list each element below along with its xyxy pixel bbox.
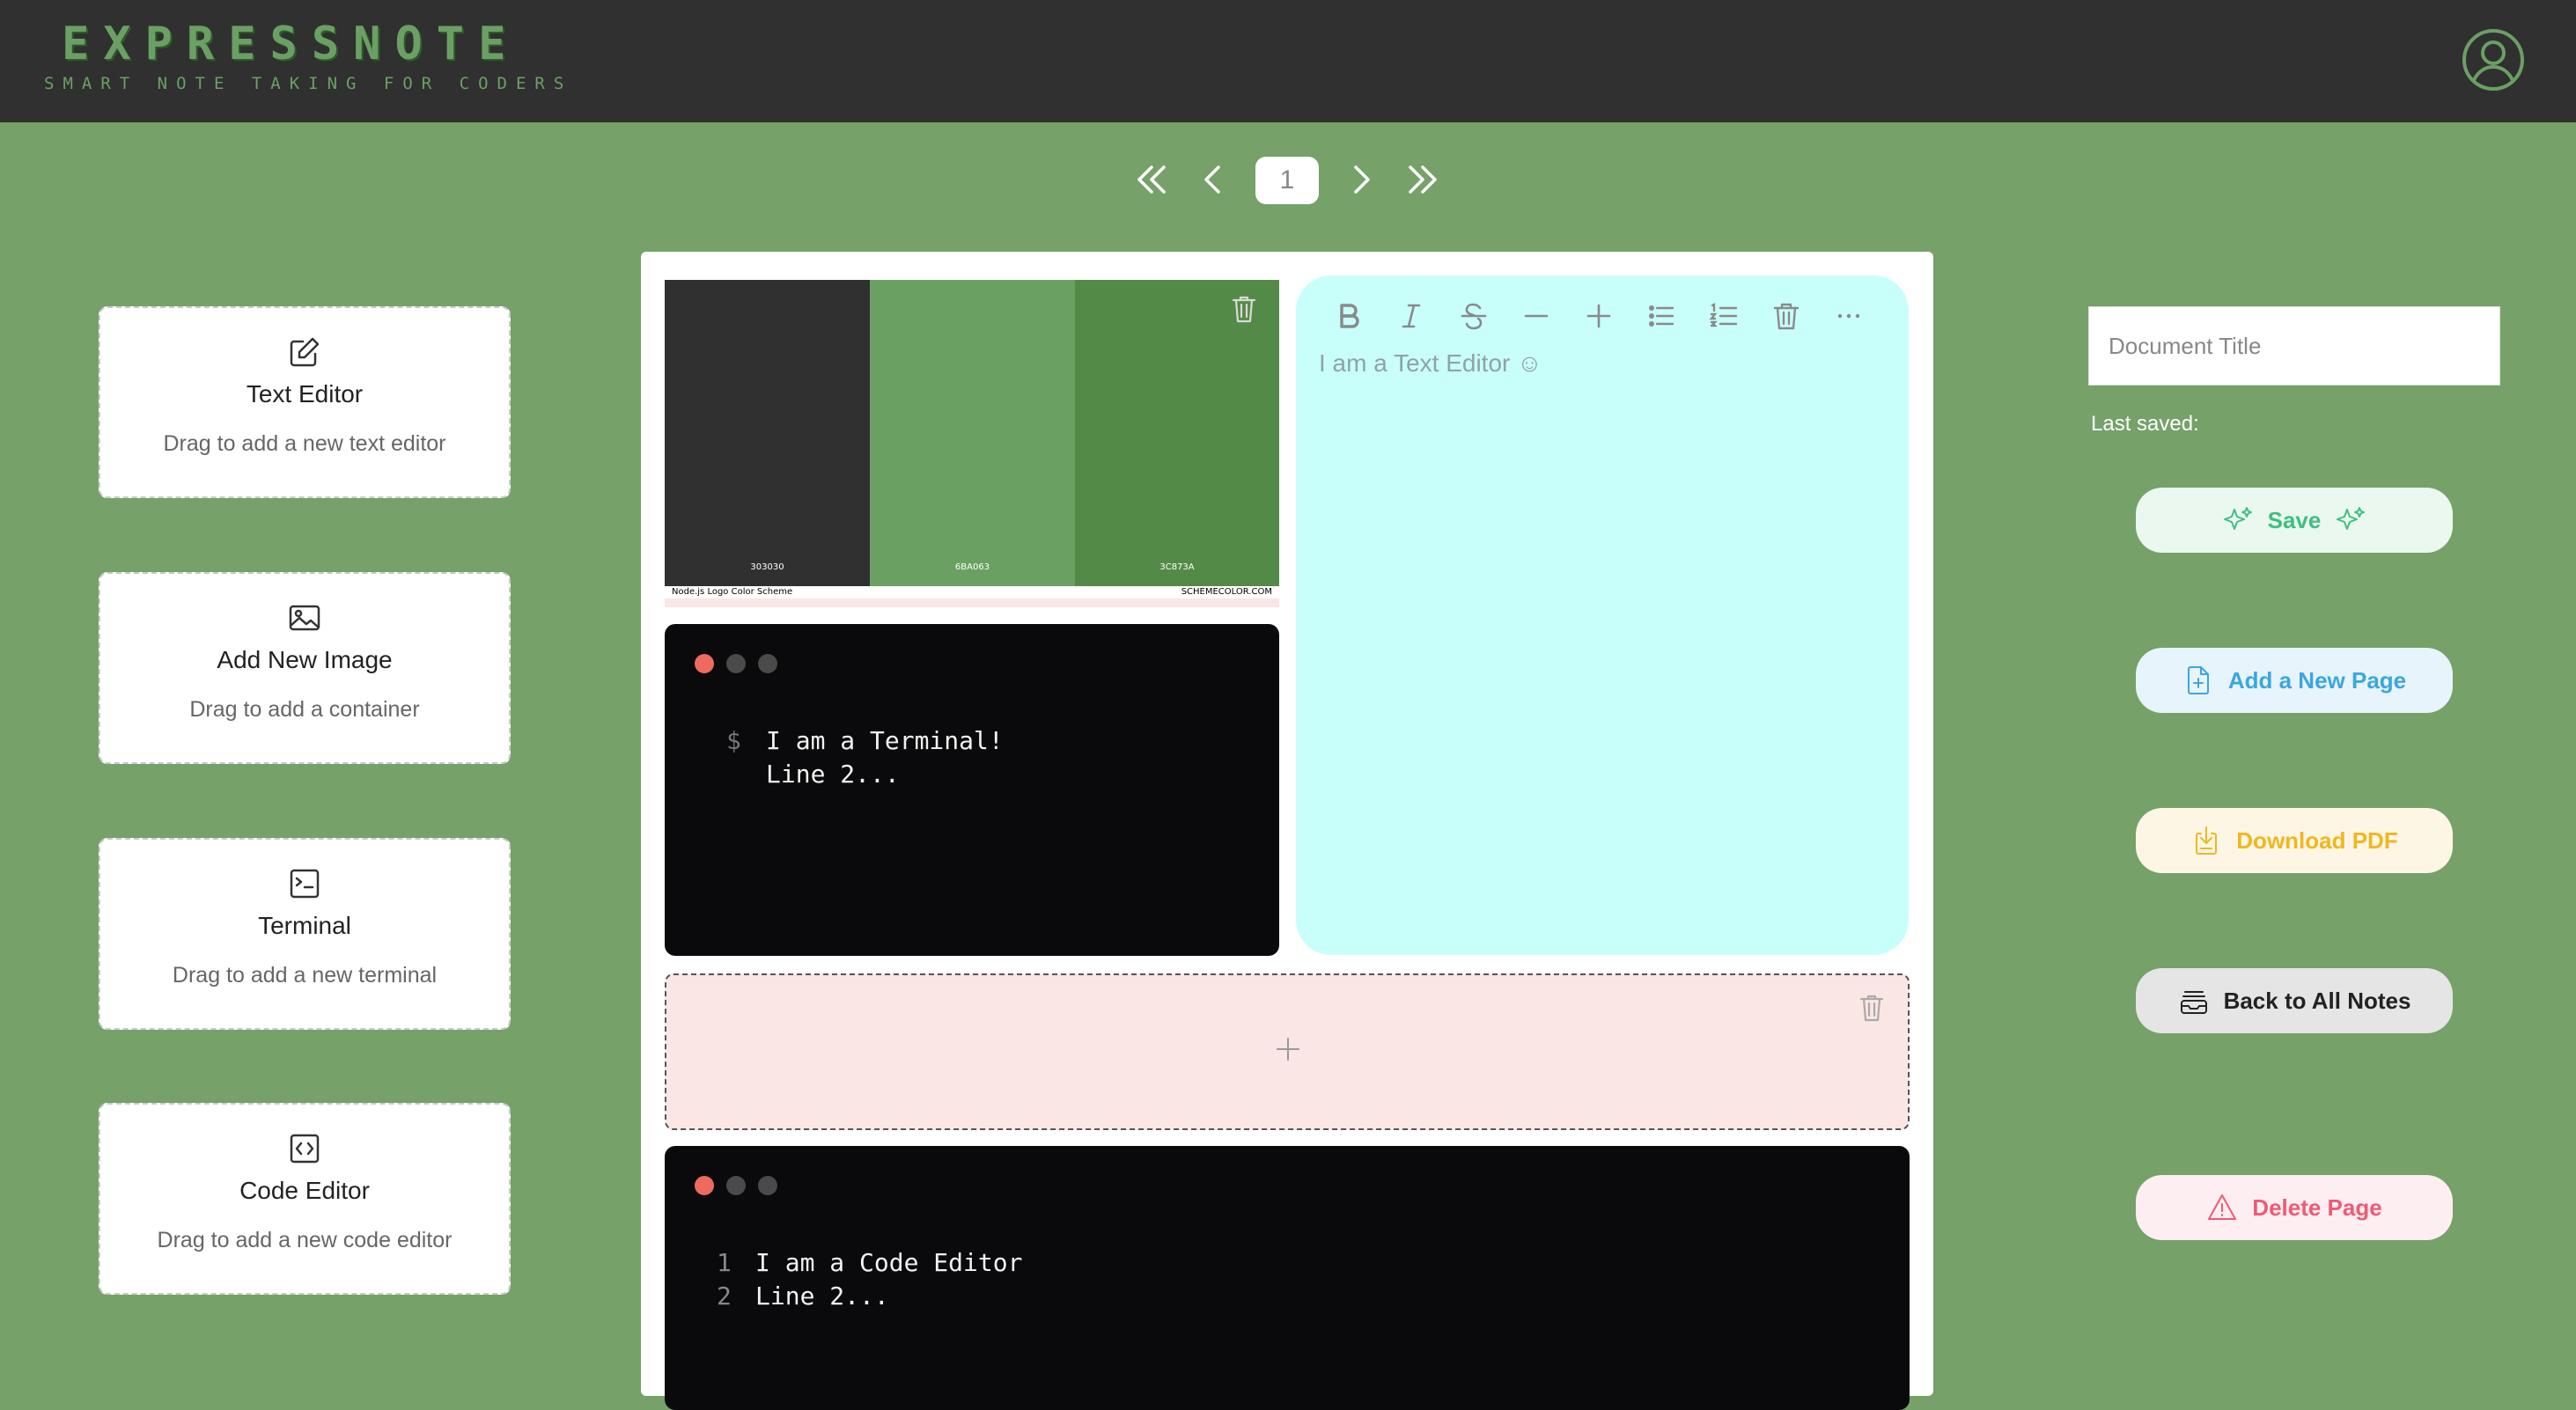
delete-container-icon[interactable]: [1858, 993, 1885, 1023]
last-saved-label: Last saved:: [2091, 412, 2199, 436]
download-document-icon: [2196, 826, 2218, 855]
code-line[interactable]: I am a Code Editor: [755, 1248, 1022, 1277]
image-icon: [289, 605, 320, 631]
last-page-icon[interactable]: [1402, 158, 1444, 201]
image-caption: Node.js Logo Color Scheme SCHEMECOLOR.CO…: [665, 586, 1279, 599]
card-description: Drag to add a new code editor: [157, 1228, 453, 1252]
terminal-block[interactable]: $ I am a Terminal! Line 2...: [665, 624, 1279, 956]
sparkles-icon: [2337, 507, 2366, 530]
terminal-icon: [290, 869, 320, 899]
page-number[interactable]: 1: [1255, 157, 1319, 204]
card-title: Terminal: [258, 912, 351, 939]
numbered-list-icon[interactable]: [1706, 298, 1741, 334]
terminal-prompt: $: [726, 726, 741, 755]
terminal-line[interactable]: I am a Terminal!: [766, 726, 1004, 755]
maximize-dot-icon[interactable]: [758, 1176, 777, 1195]
more-options-icon[interactable]: [1831, 298, 1866, 334]
horizontal-rule-icon[interactable]: [1519, 298, 1554, 334]
swatch-hex: 6BA063: [954, 562, 990, 572]
swatch-hex: 303030: [750, 562, 784, 572]
text-editor-placeholder[interactable]: I am a Text Editor ☺: [1319, 349, 1542, 378]
terminal-card[interactable]: Terminal Drag to add a new terminal: [99, 838, 511, 1030]
prev-page-icon[interactable]: [1192, 158, 1234, 201]
text-editor-block[interactable]: I am a Text Editor ☺: [1296, 275, 1909, 955]
card-title: Text Editor: [246, 380, 364, 408]
card-title: Add New Image: [217, 646, 393, 673]
maximize-dot-icon[interactable]: [758, 654, 777, 673]
brand-tagline: SMART NOTE TAKING FOR CODERS: [44, 74, 573, 93]
minimize-dot-icon[interactable]: [726, 1176, 746, 1195]
card-title: Code Editor: [239, 1177, 370, 1204]
caption-left: Node.js Logo Color Scheme: [672, 587, 793, 597]
back-to-all-notes-button[interactable]: Back to All Notes: [2136, 968, 2453, 1033]
code-icon: [290, 1134, 320, 1164]
italic-icon[interactable]: [1394, 298, 1429, 334]
archive-box-icon: [2180, 991, 2207, 1014]
download-label: Download PDF: [2236, 826, 2398, 854]
next-page-icon[interactable]: [1340, 158, 1382, 201]
save-label: Save: [2267, 506, 2322, 533]
image-drop-zone[interactable]: [665, 973, 1910, 1130]
delete-image-icon[interactable]: [1231, 294, 1257, 324]
brand-logo: EXPRESSNOTE: [62, 18, 520, 70]
card-description: Drag to add a container: [189, 697, 420, 722]
bold-icon[interactable]: [1331, 298, 1366, 334]
code-editor-block[interactable]: 1 I am a Code Editor 2 Line 2...: [665, 1146, 1910, 1410]
add-image-card[interactable]: Add New Image Drag to add a container: [99, 572, 511, 764]
color-swatch: 6BA063: [870, 280, 1075, 586]
text-editor-card[interactable]: Text Editor Drag to add a new text edito…: [99, 306, 511, 498]
pencil-square-icon: [290, 337, 320, 367]
code-line[interactable]: Line 2...: [755, 1281, 889, 1311]
line-number: 2: [717, 1281, 732, 1311]
file-plus-icon: [2187, 666, 2209, 694]
color-swatch: 3C873A: [1075, 280, 1279, 586]
code-editor-card[interactable]: Code Editor Drag to add a new code edito…: [99, 1103, 511, 1295]
delete-page-button[interactable]: Delete Page: [2136, 1175, 2453, 1240]
terminal-line[interactable]: Line 2...: [766, 760, 900, 789]
color-swatch: 303030: [665, 280, 870, 586]
delete-label: Delete Page: [2252, 1193, 2382, 1221]
swatch-hex: 3C873A: [1159, 562, 1195, 572]
add-new-page-button[interactable]: Add a New Page: [2136, 648, 2453, 713]
card-description: Drag to add a new text editor: [163, 431, 446, 456]
first-page-icon[interactable]: [1130, 158, 1173, 201]
download-pdf-button[interactable]: Download PDF: [2136, 808, 2453, 873]
line-number: 1: [717, 1248, 732, 1277]
save-button[interactable]: Save: [2136, 488, 2453, 553]
minimize-dot-icon[interactable]: [726, 654, 746, 673]
strikethrough-icon[interactable]: [1456, 298, 1491, 334]
document-title-input[interactable]: [2088, 306, 2500, 386]
app-header: EXPRESSNOTE SMART NOTE TAKING FOR CODERS: [0, 0, 2576, 122]
close-dot-icon[interactable]: [695, 1176, 714, 1195]
plus-icon[interactable]: [1581, 298, 1616, 334]
card-description: Drag to add a new terminal: [172, 963, 438, 988]
bullet-list-icon[interactable]: [1644, 298, 1679, 334]
warning-triangle-icon: [2208, 1194, 2237, 1220]
image-block[interactable]: 303030 6BA063 3C873A Node.js Logo Color …: [665, 280, 1279, 607]
back-label: Back to All Notes: [2223, 987, 2411, 1014]
add-page-label: Add a New Page: [2227, 666, 2407, 694]
add-icon[interactable]: [1272, 1033, 1304, 1065]
close-dot-icon[interactable]: [695, 654, 714, 673]
caption-right: SCHEMECOLOR.COM: [1181, 587, 1272, 597]
sparkles-icon: [2223, 507, 2252, 530]
user-circle-icon[interactable]: [2462, 28, 2525, 92]
trash-icon[interactable]: [1769, 298, 1804, 334]
